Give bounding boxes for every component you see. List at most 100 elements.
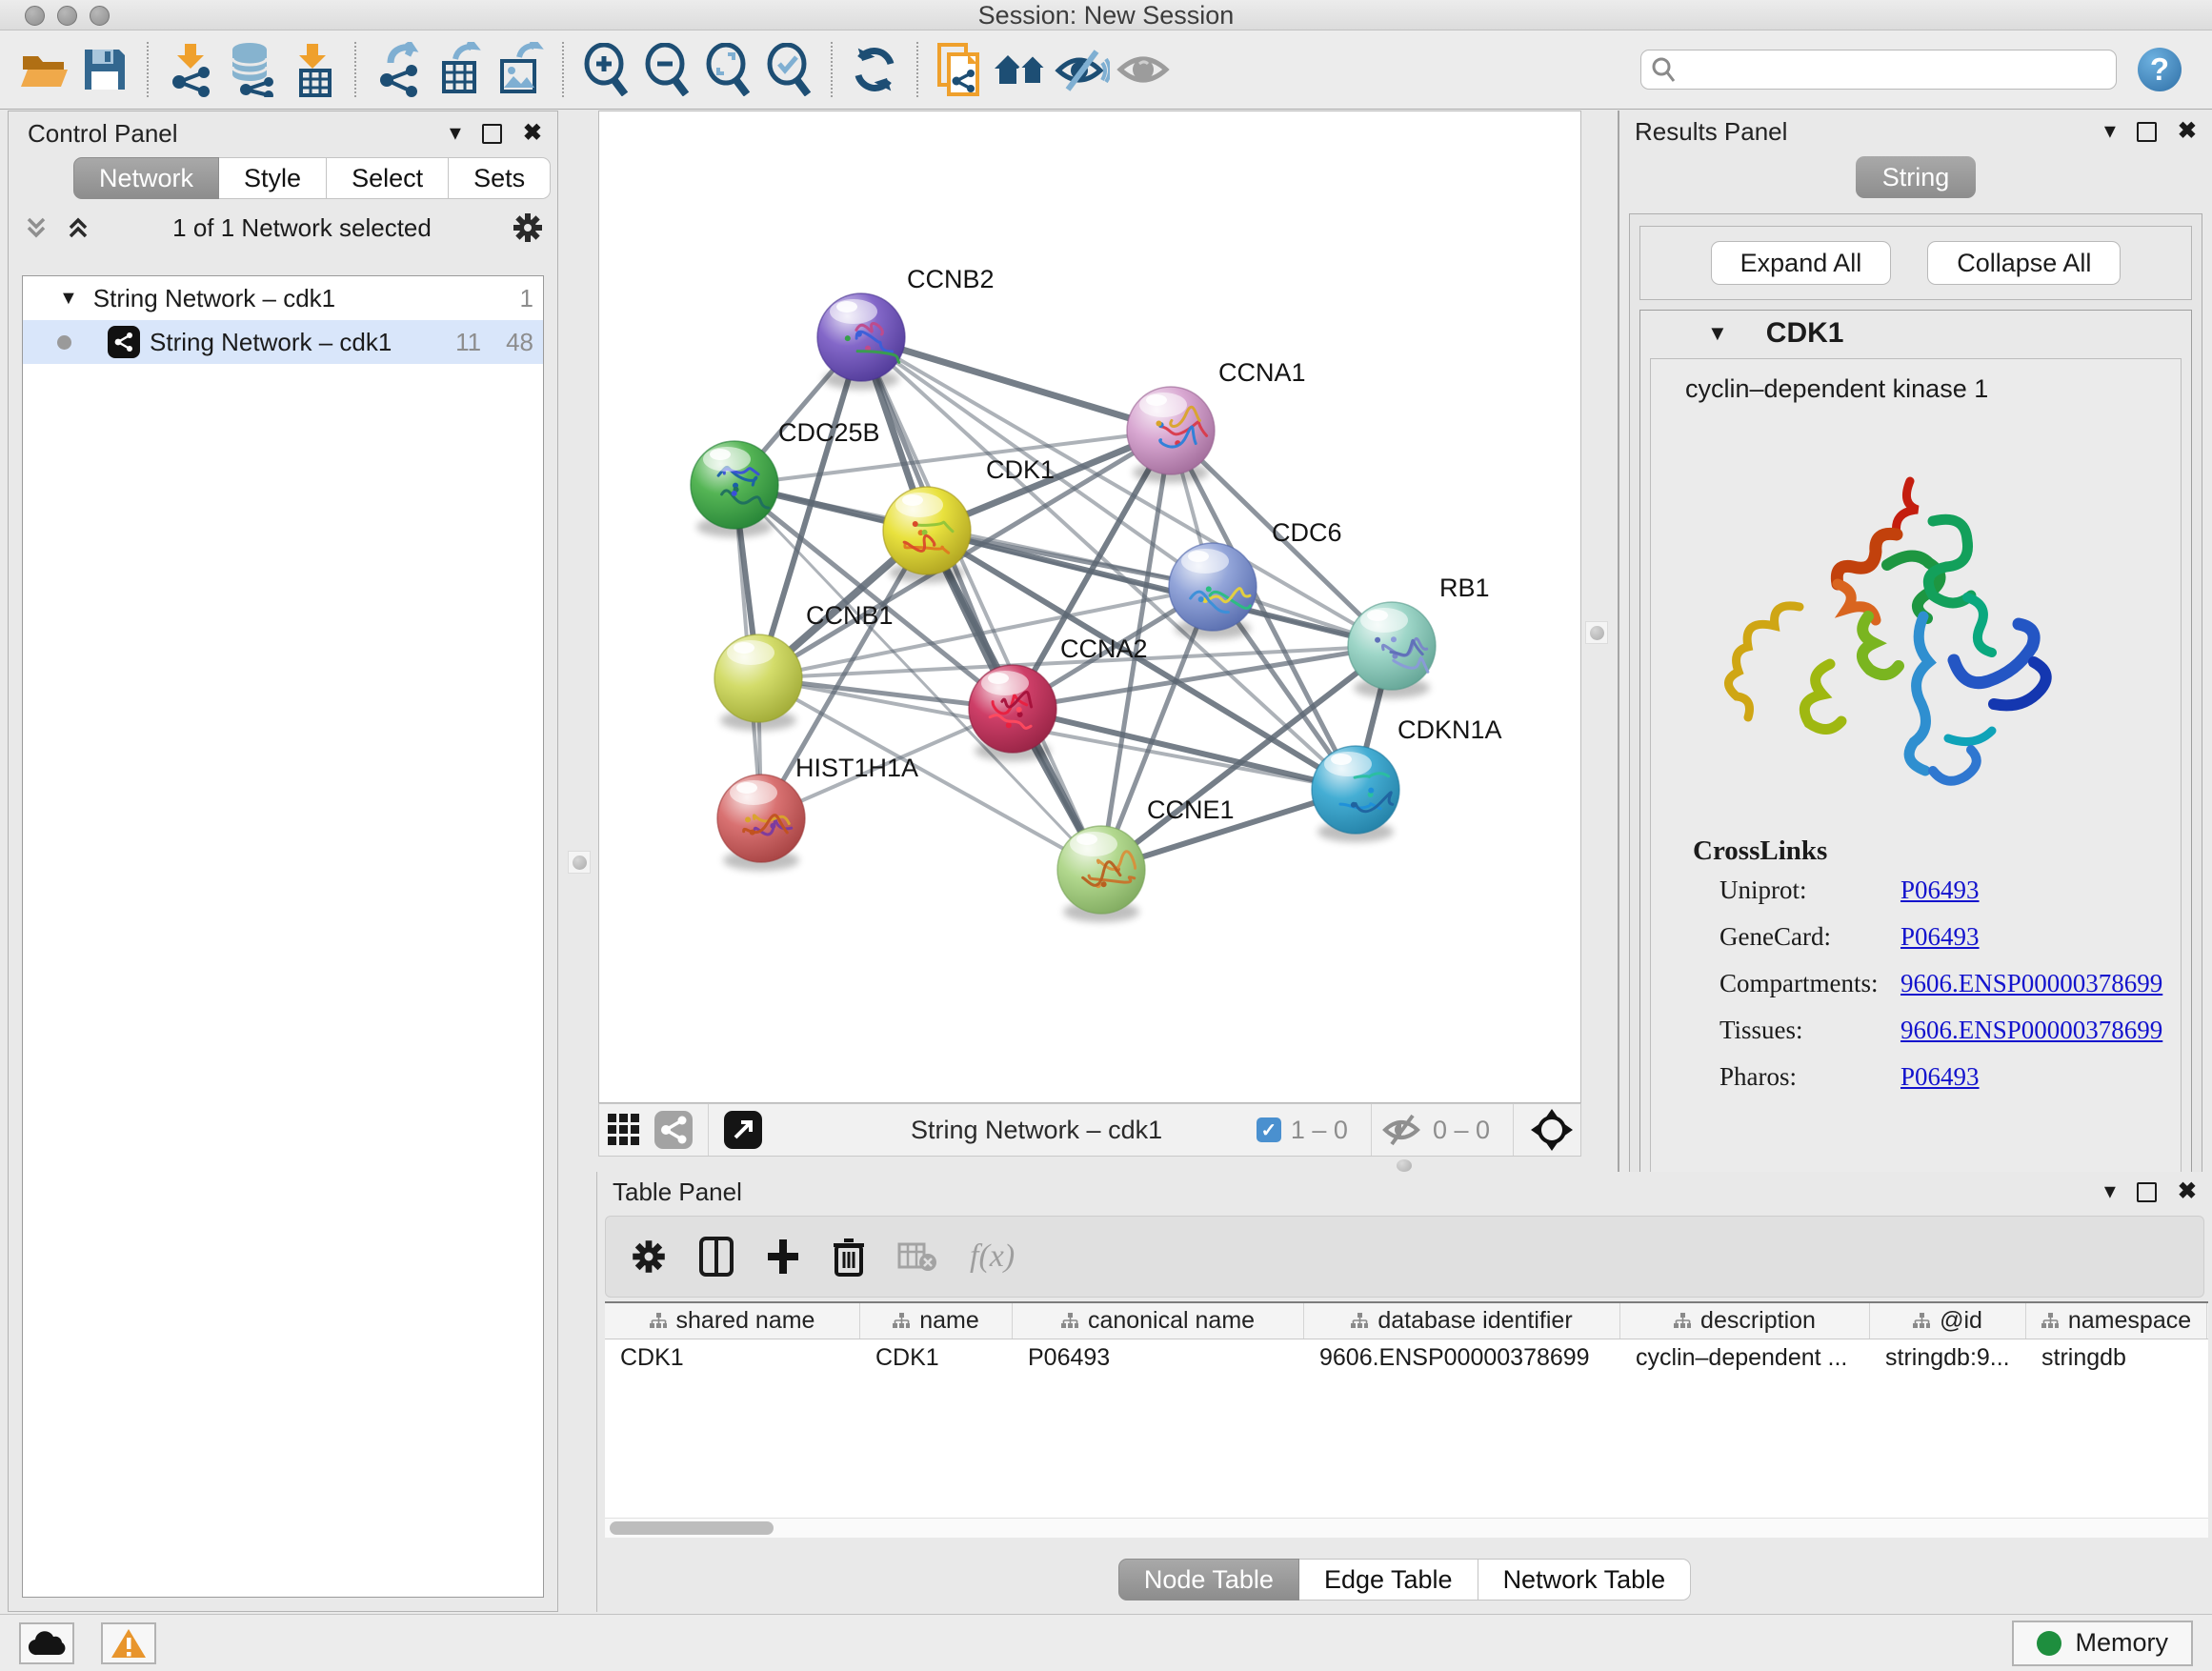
- help-button[interactable]: ?: [2138, 48, 2182, 91]
- node-CDKN1A[interactable]: CDKN1A: [1312, 715, 1502, 842]
- horizontal-splitter-handle[interactable]: [1397, 1159, 1412, 1172]
- gear-icon[interactable]: [512, 211, 544, 244]
- zoom-in-button[interactable]: [575, 39, 636, 100]
- crosslink-link[interactable]: 9606.ENSP00000378699: [1900, 1016, 2162, 1045]
- export-table-button[interactable]: [429, 39, 490, 100]
- zoom-out-button[interactable]: [636, 39, 697, 100]
- column-header-@id[interactable]: @id: [1870, 1303, 2026, 1339]
- toolbar-separator: [831, 42, 833, 97]
- table-row[interactable]: CDK1CDK1P064939606.ENSP00000378699cyclin…: [605, 1339, 2208, 1376]
- crosslink-link[interactable]: P06493: [1900, 1062, 1980, 1092]
- import-network-from-database-button[interactable]: [221, 39, 282, 100]
- tab-network[interactable]: Network: [73, 157, 219, 199]
- crosslink-link[interactable]: P06493: [1900, 922, 1980, 952]
- node-CCNE1[interactable]: CCNE1: [1057, 795, 1235, 922]
- node-CCNA1[interactable]: CCNA1: [1127, 358, 1306, 483]
- tab-edge-table[interactable]: Edge Table: [1299, 1559, 1478, 1601]
- panel-menu-arrow-icon[interactable]: ▾: [2104, 1180, 2116, 1203]
- crosslink-link[interactable]: P06493: [1900, 876, 1980, 905]
- tab-network-table[interactable]: Network Table: [1478, 1559, 1692, 1601]
- toolbar-separator: [354, 42, 356, 97]
- export-network-button[interactable]: [368, 39, 429, 100]
- crosslink-link[interactable]: 9606.ENSP00000378699: [1900, 969, 2162, 998]
- birdseye-view-button[interactable]: [1523, 1105, 1580, 1155]
- edge-CCNB2-CCNE1[interactable]: [861, 337, 1101, 870]
- collapse-all-chevrons-icon[interactable]: [22, 213, 50, 242]
- open-session-button[interactable]: [13, 39, 74, 100]
- node-CCNB1[interactable]: CCNB1: [714, 601, 894, 731]
- network-canvas[interactable]: CCNB2CCNA1CDC25BCDK1CDC6RB1CCNB1CCNA2CDK…: [598, 111, 1581, 1103]
- column-header-shared-name[interactable]: shared name: [605, 1303, 860, 1339]
- scrollbar-thumb[interactable]: [610, 1521, 774, 1535]
- edge-CCNB2-CCNA1[interactable]: [861, 337, 1171, 431]
- add-icon[interactable]: [766, 1238, 800, 1276]
- crosshair-icon: [1531, 1109, 1573, 1151]
- new-network-from-selection-button[interactable]: [930, 39, 991, 100]
- node-label-CDK1: CDK1: [986, 455, 1055, 484]
- refresh-icon: [851, 45, 898, 94]
- hidden-count: 0 – 0: [1433, 1116, 1490, 1145]
- collapse-all-button[interactable]: Collapse All: [1927, 241, 2121, 285]
- tab-string[interactable]: String: [1856, 156, 1977, 198]
- column-header-name[interactable]: name: [860, 1303, 1013, 1339]
- zoom-fit-button[interactable]: [697, 39, 758, 100]
- node-RB1[interactable]: RB1: [1348, 574, 1490, 698]
- apply-layout-button[interactable]: [844, 39, 905, 100]
- close-panel-icon[interactable]: ✖: [2178, 120, 2197, 143]
- edge-count: 48: [506, 328, 533, 357]
- node-label-CCNA2: CCNA2: [1060, 634, 1148, 663]
- close-panel-icon[interactable]: ✖: [523, 122, 542, 145]
- column-header-description[interactable]: description: [1620, 1303, 1870, 1339]
- column-header-canonical-name[interactable]: canonical name: [1013, 1303, 1304, 1339]
- network-view-toolbar: String Network – cdk1 ✓ 1 – 0 0 – 0: [598, 1103, 1581, 1157]
- expand-all-chevrons-icon[interactable]: [64, 213, 92, 242]
- disclosure-triangle-icon[interactable]: ▼: [59, 288, 78, 310]
- network-graph: CCNB2CCNA1CDC25BCDK1CDC6RB1CCNB1CCNA2CDK…: [599, 111, 1580, 1102]
- node-label-CDC6: CDC6: [1272, 518, 1342, 547]
- hide-selection-button[interactable]: [1052, 39, 1113, 100]
- float-panel-icon[interactable]: [482, 124, 502, 144]
- tab-select[interactable]: Select: [327, 157, 449, 199]
- show-all-button[interactable]: [1113, 39, 1174, 100]
- panel-menu-arrow-icon[interactable]: ▾: [2104, 120, 2116, 143]
- disclosure-triangle-icon[interactable]: ▼: [1707, 321, 1728, 346]
- panel-menu-arrow-icon[interactable]: ▾: [450, 122, 461, 145]
- node-HIST1H1A[interactable]: HIST1H1A: [717, 754, 918, 871]
- share-icon: [654, 1111, 693, 1149]
- warning-button[interactable]: [101, 1622, 156, 1664]
- app-window: Session: New Session: [0, 0, 2212, 1671]
- import-table-button[interactable]: [282, 39, 343, 100]
- gear-icon[interactable]: [631, 1238, 667, 1275]
- first-neighbors-button[interactable]: [991, 39, 1052, 100]
- zoom-selected-button[interactable]: [758, 39, 819, 100]
- grid-view-button[interactable]: [599, 1105, 649, 1155]
- network-row[interactable]: String Network – cdk1 11 48: [23, 320, 543, 364]
- left-splitter-handle[interactable]: [568, 851, 591, 874]
- trash-icon[interactable]: [833, 1237, 865, 1277]
- network-collection-row[interactable]: ▼ String Network – cdk1 1: [23, 276, 543, 320]
- memory-button[interactable]: Memory: [2012, 1621, 2193, 1666]
- export-image-button[interactable]: [490, 39, 551, 100]
- float-panel-icon[interactable]: [2137, 122, 2157, 142]
- network-view-button[interactable]: [649, 1105, 698, 1155]
- tab-node-table[interactable]: Node Table: [1118, 1559, 1299, 1601]
- protein-section-header[interactable]: ▼ CDK1: [1640, 311, 2191, 356]
- expand-all-button[interactable]: Expand All: [1711, 241, 1892, 285]
- column-header-namespace[interactable]: namespace: [2026, 1303, 2207, 1339]
- float-panel-icon[interactable]: [2137, 1182, 2157, 1202]
- save-session-button[interactable]: [74, 39, 135, 100]
- import-network-button[interactable]: [160, 39, 221, 100]
- detach-view-button[interactable]: [718, 1105, 768, 1155]
- cloud-button[interactable]: [19, 1622, 74, 1664]
- edge-CCNA2-CDKN1A[interactable]: [1013, 709, 1356, 790]
- right-splitter-handle[interactable]: [1585, 621, 1608, 644]
- selected-checkbox[interactable]: ✓: [1257, 1117, 1281, 1142]
- column-header-database-identifier[interactable]: database identifier: [1304, 1303, 1620, 1339]
- search-input[interactable]: [1676, 52, 2106, 87]
- tab-sets[interactable]: Sets: [449, 157, 551, 199]
- horizontal-scrollbar[interactable]: [605, 1518, 2208, 1538]
- show-columns-icon[interactable]: [699, 1237, 734, 1277]
- tab-style[interactable]: Style: [219, 157, 327, 199]
- close-panel-icon[interactable]: ✖: [2178, 1180, 2197, 1203]
- collection-count: 1: [520, 284, 533, 313]
